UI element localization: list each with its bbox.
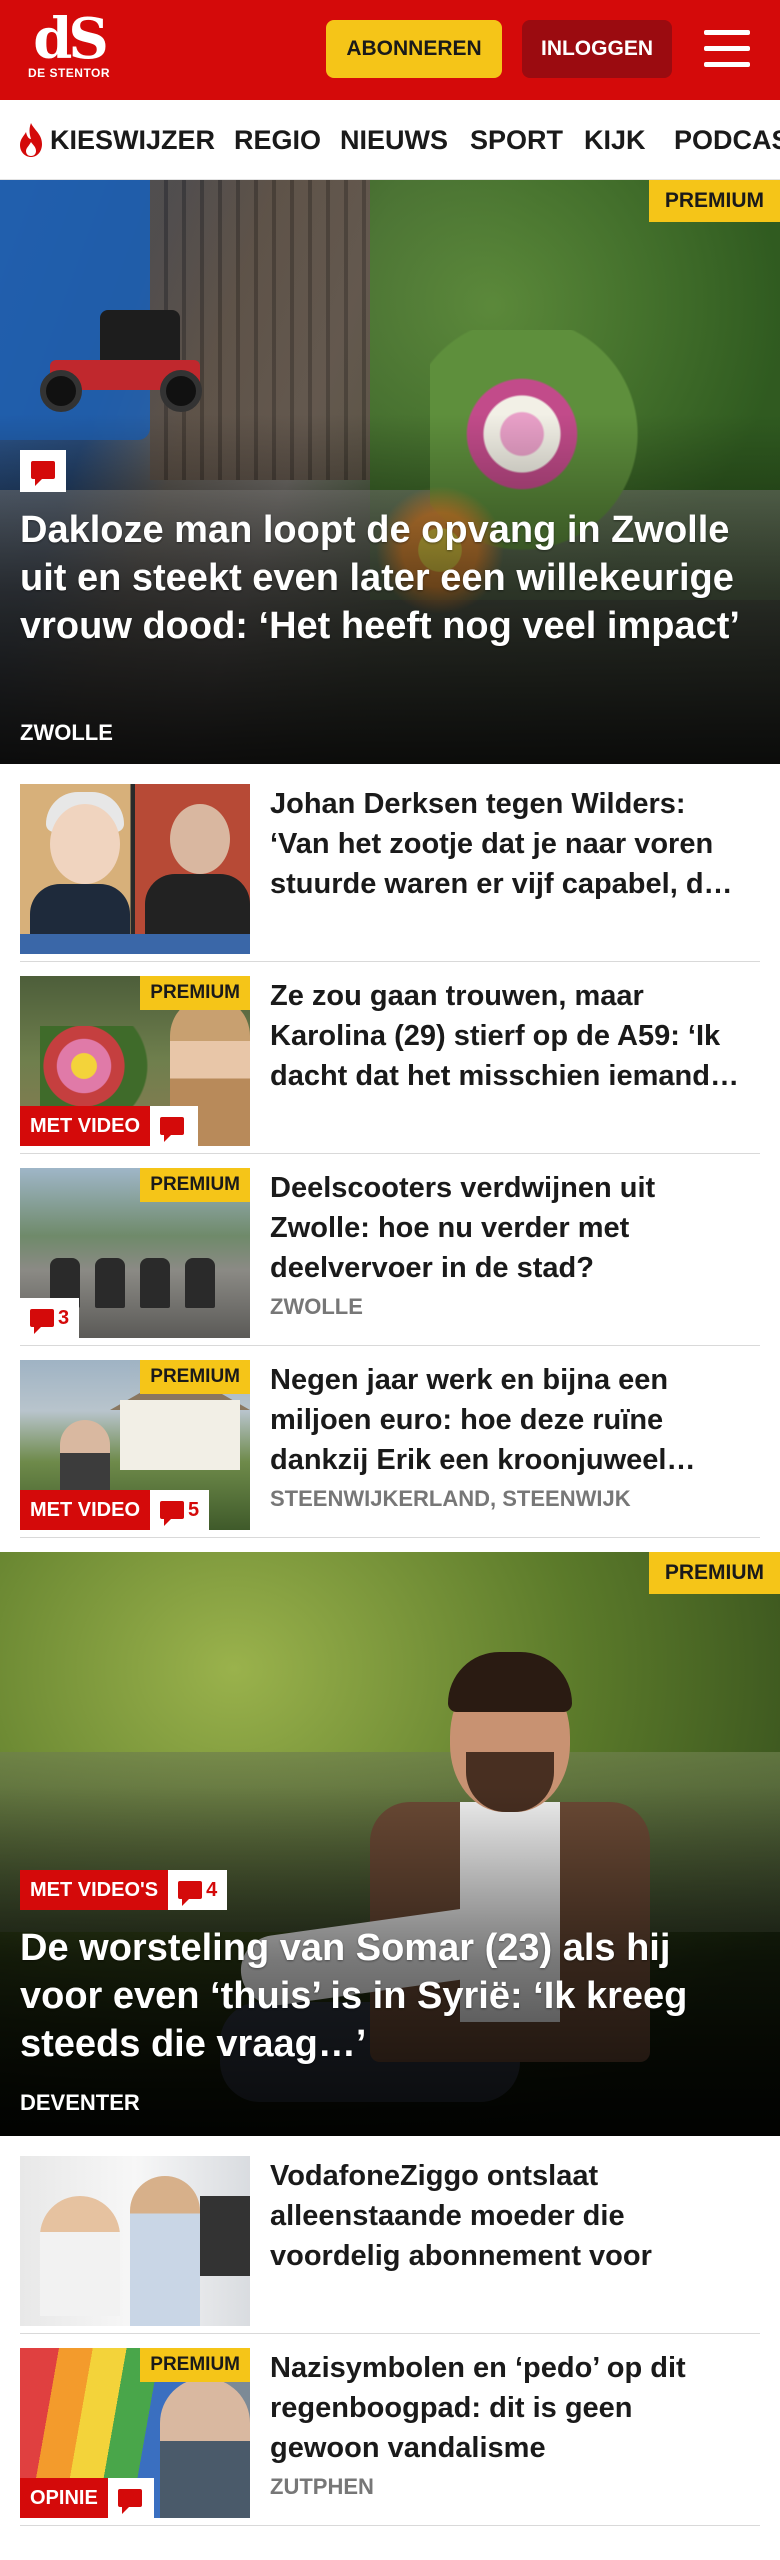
site-logo[interactable]: dS DE STENTOR <box>24 10 114 90</box>
article-location: ZWOLLE <box>270 1294 363 1319</box>
article-thumbnail: PREMIUM OPINIE <box>20 2348 250 2518</box>
comment-icon <box>178 1881 203 1906</box>
list-item[interactable]: PREMIUM OPINIE Nazisymbolen en ‘pedo’ op… <box>20 2348 760 2526</box>
premium-badge: PREMIUM <box>648 180 780 222</box>
list-item[interactable]: PREMIUM MET VIDEO Ze zou gaan trouwen, m… <box>20 976 760 1154</box>
article-thumbnail: PREMIUM MET VIDEO <box>20 976 250 1146</box>
list-item[interactable]: Johan Derksen tegen Wilders: ‘Van het zo… <box>20 784 760 962</box>
hero-title[interactable]: De worsteling van Somar (23) als hij voo… <box>20 1924 740 2068</box>
login-button[interactable]: INLOGGEN <box>522 20 672 78</box>
hamburger-menu-icon[interactable] <box>700 22 754 76</box>
comment-icon <box>117 2489 142 2514</box>
article-title[interactable]: Deelscooters verdwijnen uit Zwolle: hoe … <box>270 1168 750 1288</box>
article-thumbnail: PREMIUM MET VIDEO 5 <box>20 1360 250 1530</box>
article-title[interactable]: Ze zou gaan trouwen, maar Karolina (29) … <box>270 976 750 1096</box>
main-nav: KIESWIJZER REGIO NIEUWS SPORT KIJK PODCA… <box>0 100 780 180</box>
logo-mark: dS <box>33 6 109 72</box>
article-title[interactable]: Negen jaar werk en bijna een miljoen eur… <box>270 1360 750 1480</box>
list-item[interactable]: PREMIUM 3 Deelscooters verdwijnen uit Zw… <box>20 1168 760 1346</box>
subscribe-button[interactable]: ABONNEREN <box>326 20 502 78</box>
article-title[interactable]: Nazisymbolen en ‘pedo’ op dit regenboogp… <box>270 2348 750 2468</box>
article-thumbnail <box>20 784 250 954</box>
nav-item-kieswijzer[interactable]: KIESWIJZER <box>50 100 215 179</box>
comment-icon <box>160 1501 185 1526</box>
site-header: dS DE STENTOR ABONNEREN INLOGGEN <box>0 0 780 100</box>
logo-text: DE STENTOR <box>27 66 111 80</box>
comments-badge: 4 <box>168 1870 228 1910</box>
nav-item-sport[interactable]: SPORT <box>470 100 563 179</box>
comment-icon <box>30 1309 54 1334</box>
comment-count: 5 <box>188 1499 200 1521</box>
article-thumbnail: PREMIUM 3 <box>20 1168 250 1338</box>
nav-item-nieuws[interactable]: NIEUWS <box>340 100 448 179</box>
comment-icon <box>160 1117 185 1142</box>
video-badge: MET VIDEO'S <box>20 1870 169 1910</box>
comment-icon <box>31 461 55 486</box>
hero-location: ZWOLLE <box>20 720 113 745</box>
opinion-badge: OPINIE <box>20 2478 108 2518</box>
premium-badge: PREMIUM <box>140 976 250 1010</box>
video-badge: MET VIDEO <box>20 1490 151 1530</box>
nav-item-regio[interactable]: REGIO <box>234 100 321 179</box>
comments-badge <box>20 450 66 492</box>
list-item[interactable]: PREMIUM MET VIDEO 5 Negen jaar werk en b… <box>20 1360 760 1538</box>
nav-item-kijk[interactable]: KIJK <box>584 100 646 179</box>
premium-badge: PREMIUM <box>140 2348 250 2382</box>
comment-count: 3 <box>58 1307 70 1329</box>
hero-article-1[interactable]: PREMIUM Dakloze man loopt de opvang in Z… <box>0 180 780 764</box>
comments-badge: 3 <box>20 1298 80 1338</box>
article-title[interactable]: Johan Derksen tegen Wilders: ‘Van het zo… <box>270 784 750 904</box>
premium-badge: PREMIUM <box>648 1552 780 1594</box>
premium-badge: PREMIUM <box>140 1360 250 1394</box>
article-title[interactable]: VodafoneZiggo ontslaat alleenstaande moe… <box>270 2156 750 2276</box>
nav-item-podcast[interactable]: PODCAS <box>674 100 780 179</box>
article-thumbnail <box>20 2156 250 2326</box>
list-item[interactable]: VodafoneZiggo ontslaat alleenstaande moe… <box>20 2156 760 2334</box>
video-badge: MET VIDEO <box>20 1106 151 1146</box>
hero-badges: MET VIDEO'S 4 <box>20 1870 228 1910</box>
article-location: STEENWIJKERLAND, STEENWIJK <box>270 1486 631 1511</box>
hero-location: DEVENTER <box>20 2090 140 2115</box>
flame-icon <box>20 123 42 157</box>
comments-badge: 5 <box>150 1490 210 1530</box>
comments-badge <box>107 2478 154 2518</box>
hero-article-2[interactable]: PREMIUM MET VIDEO'S 4 De worsteling van … <box>0 1552 780 2136</box>
comments-badge <box>150 1106 199 1146</box>
premium-badge: PREMIUM <box>140 1168 250 1202</box>
comment-count: 4 <box>206 1879 218 1901</box>
hero-title[interactable]: Dakloze man loopt de opvang in Zwolle ui… <box>20 506 740 650</box>
article-location: ZUTPHEN <box>270 2474 374 2499</box>
